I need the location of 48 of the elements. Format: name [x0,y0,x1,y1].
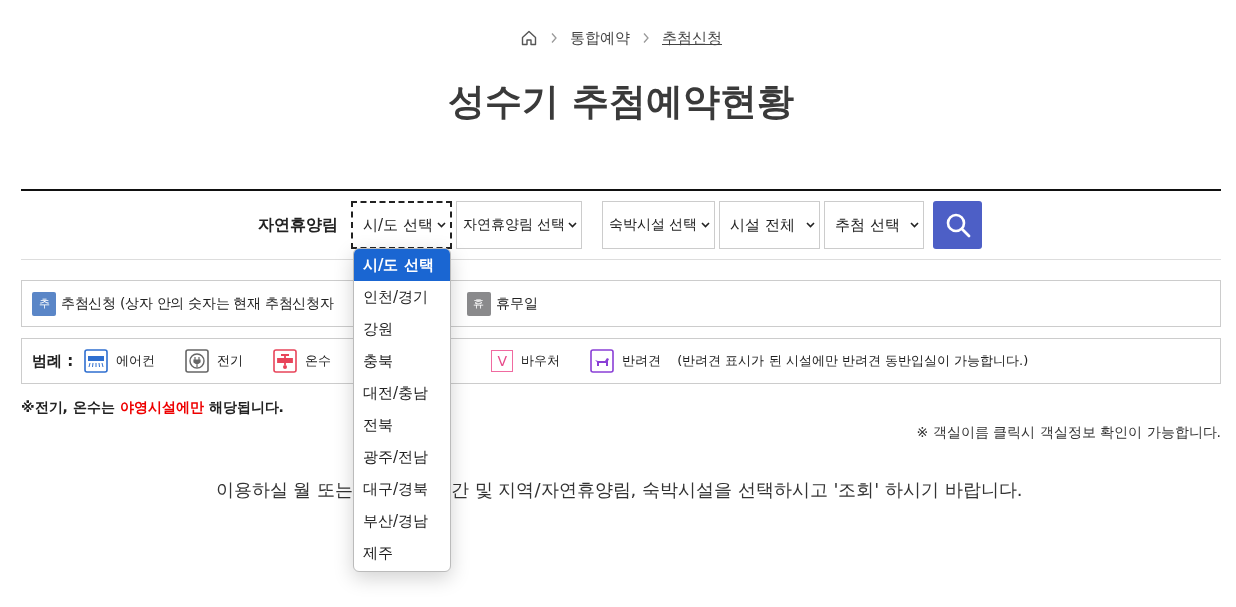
status-badge: 휴 [466,291,491,316]
select-dropdown[interactable]: 자연휴양림 선택 [456,201,582,249]
dropdown-option[interactable]: 대전/충남 [354,377,450,409]
notice-text: ※전기, 온수는 야영시설에만 해당됩니다. [21,399,285,417]
breadcrumb-link[interactable]: 추첨신청 [662,28,722,48]
voucher-badge: V [491,350,514,372]
status-label: 휴무일 [495,294,538,313]
status-label: 추첨신청 (상자 안의 숫자는 현재 추첨신청자 [61,294,334,313]
page-title: 성수기 추첨예약현황 [447,79,795,125]
search-button[interactable] [933,201,982,249]
message-text: 이용하실 월 또는 [215,478,353,502]
search-icon [944,212,971,238]
dropdown-option[interactable]: 강원 [354,313,450,345]
dropdown-option[interactable]: 전북 [354,409,450,441]
caret-icon [701,222,710,228]
legend-label: 온수 [305,352,332,370]
home-icon[interactable] [520,29,538,47]
dropdown-option[interactable]: 대구/경북 [354,473,450,505]
air-conditioner-icon [84,349,109,373]
dropdown-option[interactable]: 충북 [354,345,450,377]
search-label: 자연휴양림 [258,214,339,236]
caret-icon [568,222,577,228]
select-dropdown[interactable]: 시설 전체 [719,201,820,249]
dropdown-option[interactable]: 시/도 선택 [354,249,450,281]
plug-icon [185,349,210,373]
legend-label: 전기 [217,352,244,370]
dog-icon [590,349,615,373]
room-note: ※ 객실이름 클릭시 객실정보 확인이 가능합니다. [916,424,1221,442]
caret-icon [910,222,919,228]
legend-label: 바우처 [521,352,561,370]
faucet-icon [273,349,298,373]
chevron-icon [642,32,650,44]
legend-note: (반려견 표시가 된 시설에만 반려견 동반입실이 가능합니다.) [677,352,1029,370]
legend-label: 반려견 [622,352,662,370]
select-dropdown[interactable]: 숙박시설 선택 [602,201,715,249]
status-badge: 추 [32,291,56,316]
breadcrumb-link[interactable]: 통합예약 [570,28,630,48]
select-dropdown[interactable]: 추첨 선택 [824,201,924,249]
dropdown-option[interactable]: 부산/경남 [354,505,450,537]
dropdown-option[interactable]: 인천/경기 [354,281,450,313]
message-text: 간 및 지역/자연휴양림, 숙박시설을 선택하시고 '조회' 하시기 바랍니다. [451,478,1023,502]
dropdown-option[interactable]: 제주 [354,537,450,569]
caret-icon [437,222,446,228]
chevron-icon [550,32,558,44]
dropdown-option[interactable]: 광주/전남 [354,441,450,473]
legend-label: 에어컨 [116,352,156,370]
caret-icon [806,222,815,228]
legend-title: 범례 : [32,351,74,371]
